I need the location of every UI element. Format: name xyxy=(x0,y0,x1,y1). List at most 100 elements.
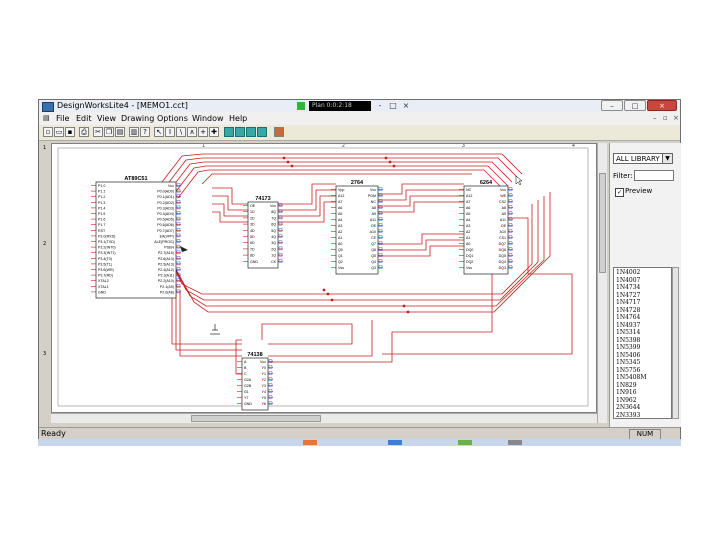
indicator-restore-button[interactable]: □ xyxy=(388,100,398,112)
indicator-close-button[interactable]: × xyxy=(401,100,411,112)
part-list[interactable]: 1N4002 1N4007 1N4734 1N4727 1N4717 1N4728 1N47… xyxy=(613,267,672,419)
cut-icon[interactable]: ✂ xyxy=(93,127,103,137)
part-list-item[interactable]: 1N5408M xyxy=(616,374,646,381)
zoom-in-icon[interactable]: + xyxy=(198,127,208,137)
wire xyxy=(268,320,373,357)
library-select[interactable]: ALL LIBRARY ▼ xyxy=(613,153,673,164)
horizontal-scroll-thumb[interactable] xyxy=(191,415,321,422)
mdi-restore-button[interactable]: ▫ xyxy=(663,112,668,125)
part-list-item[interactable]: 1N962 xyxy=(616,397,637,404)
chip-74173: 74173 OE 1D 2D 3D 4D 5D 6D 7D 8D GND Vcc 8Q 7Q 6Q 5Q 4Q 3… xyxy=(243,196,283,269)
mouse-cursor-icon xyxy=(515,175,523,186)
pin-marker xyxy=(508,247,513,251)
chevron-down-icon[interactable]: ▼ xyxy=(662,154,672,163)
part-list-item[interactable]: 1N4727 xyxy=(616,292,640,299)
pin-label: Y2 xyxy=(262,378,266,382)
part-list-item[interactable]: 1N4734 xyxy=(616,284,640,291)
mdi-minimize-button[interactable]: – xyxy=(653,112,657,125)
pin-label: P0.7(AD7) xyxy=(157,229,174,233)
wire xyxy=(378,183,464,195)
pin-label: A4 xyxy=(466,218,470,222)
sim-reset-icon[interactable] xyxy=(246,127,256,137)
close-button[interactable]: × xyxy=(647,100,677,111)
sim-timing-icon[interactable] xyxy=(257,127,267,137)
part-list-scrollbar[interactable] xyxy=(672,267,679,419)
menu-file[interactable]: File xyxy=(56,112,69,125)
menu-options[interactable]: Options xyxy=(157,112,188,125)
part-list-item[interactable]: 1N4717 xyxy=(616,299,640,306)
taskbar-app-icon[interactable] xyxy=(458,440,472,445)
document-icon[interactable]: ▤ xyxy=(43,112,53,125)
pin-label: A2 xyxy=(338,230,342,234)
library-icon[interactable] xyxy=(274,127,284,137)
pin-label: 7D xyxy=(250,247,255,251)
taskbar-app-icon[interactable] xyxy=(388,440,402,445)
text-tool-icon[interactable]: I xyxy=(165,127,175,137)
preview-label: Preview xyxy=(625,187,653,195)
print-icon[interactable]: ⎙ xyxy=(79,127,89,137)
copy-icon[interactable]: ❐ xyxy=(104,127,114,137)
part-list-item[interactable]: 1N4937 xyxy=(616,322,640,329)
menu-edit[interactable]: Edit xyxy=(76,112,92,125)
pin-label: P0.3(AD3) xyxy=(157,206,174,210)
part-list-item[interactable]: 2N3644 xyxy=(616,404,640,411)
part-list-item[interactable]: 1N4007 xyxy=(616,277,640,284)
draw-tool-icon[interactable]: ∧ xyxy=(187,127,197,137)
pin-label: RST xyxy=(98,229,106,233)
horizontal-scrollbar[interactable] xyxy=(51,413,597,423)
vertical-scrollbar[interactable] xyxy=(597,143,607,423)
pin-label: A1 xyxy=(466,236,470,240)
sim-step-icon[interactable] xyxy=(224,127,234,137)
save-icon[interactable]: ▪ xyxy=(65,127,75,137)
filter-input[interactable] xyxy=(634,170,674,181)
menu-help[interactable]: Help xyxy=(229,112,247,125)
menu-window[interactable]: Window xyxy=(192,112,224,125)
part-list-item[interactable]: 1N4728 xyxy=(616,307,640,314)
pin-marker xyxy=(268,401,273,405)
indicator-minimize-button[interactable]: - xyxy=(375,100,385,112)
part-list-item[interactable]: 1N5398 xyxy=(616,337,640,344)
new-icon[interactable]: ▫ xyxy=(43,127,53,137)
pin-label: PGM xyxy=(368,194,376,198)
help-icon[interactable]: ? xyxy=(140,127,150,137)
pin-label: A1 xyxy=(338,236,342,240)
preview-checkbox[interactable]: ✓ xyxy=(615,188,624,197)
paste-special-icon[interactable]: ▥ xyxy=(129,127,139,137)
schematic-canvas[interactable]: 1 2 3 4 AT89C51 P1.0 P1.1 P1.2 P1.3 P1.4… xyxy=(51,143,597,413)
taskbar-app-icon[interactable] xyxy=(508,440,522,445)
taskbar-app-icon[interactable] xyxy=(303,440,317,445)
part-list-item[interactable]: 1N5314 xyxy=(616,329,640,336)
open-icon[interactable]: ▭ xyxy=(54,127,64,137)
wire xyxy=(278,195,336,217)
minimize-button[interactable]: – xyxy=(601,100,623,111)
menu-view[interactable]: View xyxy=(97,112,116,125)
part-list-item[interactable]: 1N5406 xyxy=(616,352,640,359)
pointer-icon[interactable]: ↖ xyxy=(154,127,164,137)
maximize-button[interactable]: □ xyxy=(624,100,646,111)
pin-label: P3.7(RD) xyxy=(98,274,113,278)
probe-icon[interactable]: ✚ xyxy=(209,127,219,137)
sim-run-icon[interactable] xyxy=(235,127,245,137)
pin-label: GND xyxy=(98,290,106,294)
pin-label: P1.5 xyxy=(98,212,105,216)
part-list-item[interactable]: 1N829 xyxy=(616,382,637,389)
pin-marker xyxy=(508,211,513,215)
part-list-item[interactable]: 2N3393 xyxy=(616,412,640,419)
pin-label: A6 xyxy=(466,206,470,210)
part-list-item[interactable]: 1N5399 xyxy=(616,344,640,351)
ruler-left-1: 1 xyxy=(43,145,47,151)
pin-label: 2D xyxy=(250,216,255,220)
vertical-scroll-thumb[interactable] xyxy=(599,173,606,273)
pin-label: P0.0(AD0) xyxy=(157,190,174,194)
part-list-item[interactable]: 1N4002 xyxy=(616,269,640,276)
paste-icon[interactable]: ▤ xyxy=(115,127,125,137)
part-list-item[interactable]: 1N5756 xyxy=(616,367,640,374)
wire xyxy=(378,233,464,245)
pin-label: P2.5(A13) xyxy=(158,262,174,266)
menu-drawing[interactable]: Drawing xyxy=(121,112,154,125)
part-list-item[interactable]: 1N5345 xyxy=(616,359,640,366)
mdi-close-button[interactable]: × xyxy=(673,112,679,125)
part-list-item[interactable]: 1N916 xyxy=(616,389,637,396)
wire-tool-icon[interactable]: \ xyxy=(176,127,186,137)
part-list-item[interactable]: 1N4764 xyxy=(616,314,640,321)
